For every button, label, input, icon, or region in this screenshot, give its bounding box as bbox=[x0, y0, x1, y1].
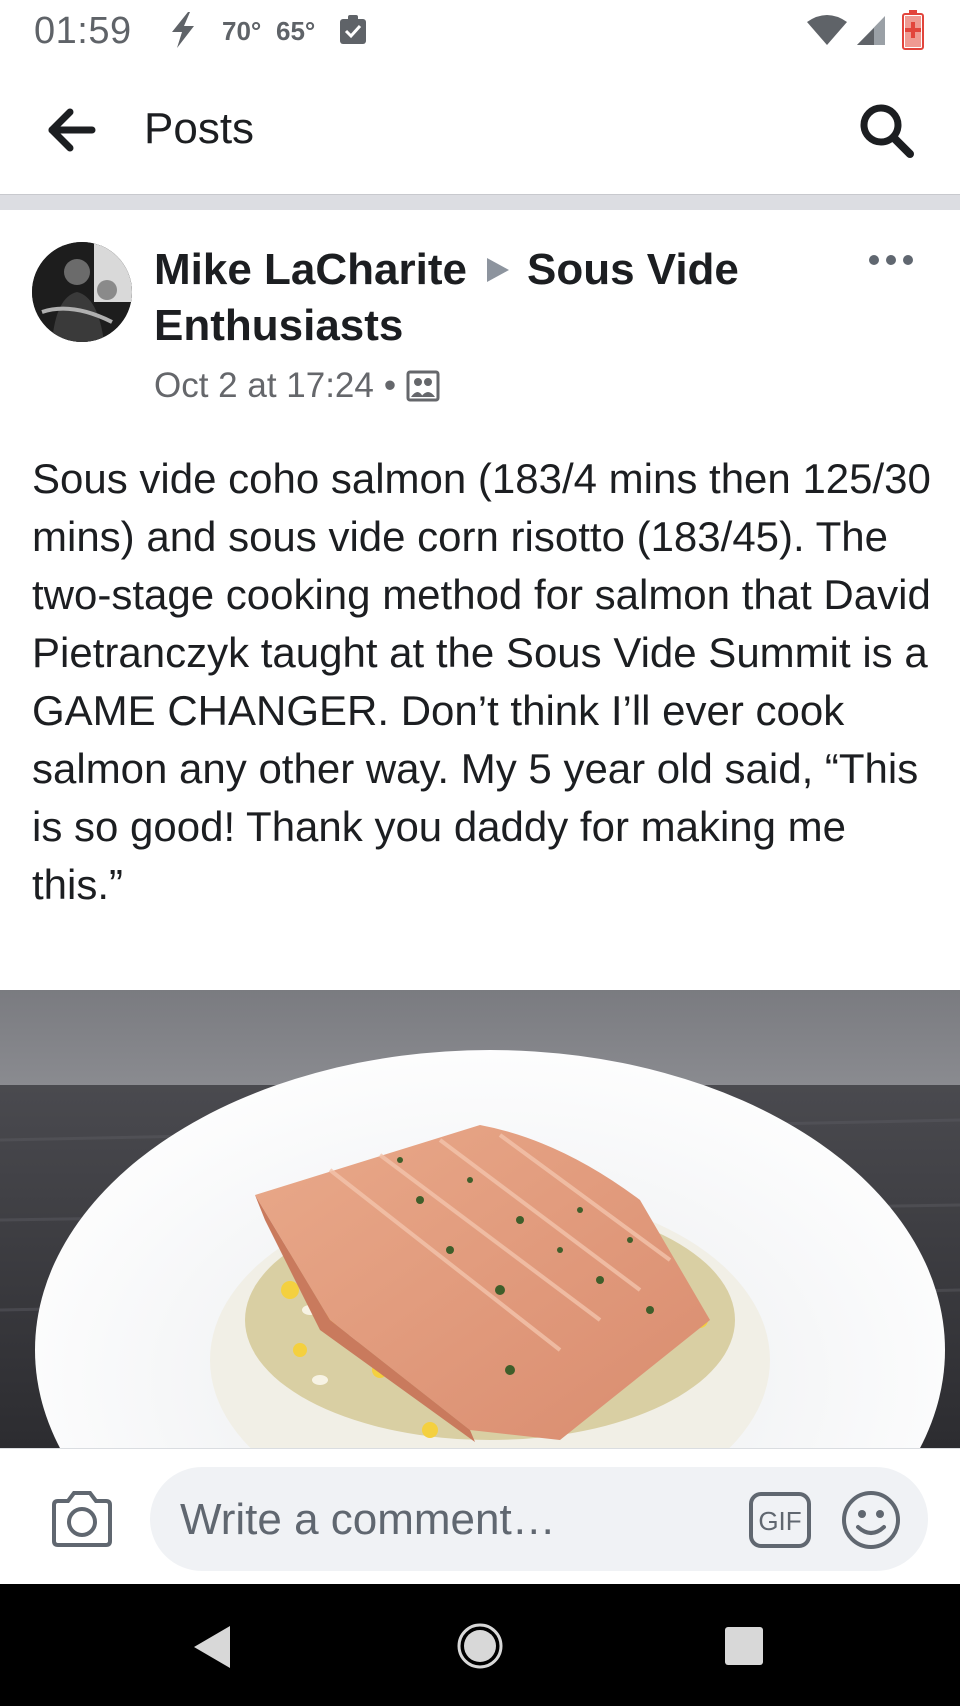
gif-label: GIF bbox=[758, 1506, 801, 1536]
system-nav-bar bbox=[0, 1584, 960, 1706]
comment-bar: Write a comment… GIF bbox=[0, 1448, 960, 1584]
avatar[interactable] bbox=[32, 242, 132, 342]
charging-bolt-icon bbox=[172, 12, 194, 48]
author-name[interactable]: Mike LaCharite bbox=[154, 245, 467, 294]
post-author-line: Mike LaCharite Sous Vide Enthusiasts bbox=[154, 242, 814, 354]
section-divider bbox=[0, 194, 960, 210]
nav-recents-icon[interactable] bbox=[724, 1626, 764, 1666]
temperature-low: 65° bbox=[276, 16, 316, 46]
nav-back-icon[interactable] bbox=[190, 1624, 234, 1670]
clipboard-check-icon bbox=[340, 15, 366, 44]
status-time: 01:59 bbox=[34, 10, 132, 52]
comment-input[interactable]: Write a comment… GIF bbox=[150, 1467, 928, 1571]
cell-signal-icon bbox=[857, 16, 885, 45]
battery-low-icon bbox=[902, 10, 924, 50]
temperature-high: 70° bbox=[222, 16, 262, 46]
status-bar: 01:59 70° 65° bbox=[0, 0, 960, 66]
avatar-photo bbox=[32, 242, 132, 342]
post-timestamp[interactable]: Oct 2 at 17:24 bbox=[154, 366, 374, 406]
meta-separator: • bbox=[383, 366, 397, 405]
post-photo[interactable] bbox=[0, 990, 960, 1448]
gif-button[interactable]: GIF bbox=[748, 1491, 812, 1549]
camera-icon[interactable] bbox=[50, 1489, 114, 1549]
more-dots-icon[interactable] bbox=[866, 248, 916, 272]
comment-placeholder: Write a comment… bbox=[180, 1495, 556, 1544]
page-title: Posts bbox=[144, 104, 255, 153]
nav-home-icon[interactable] bbox=[456, 1622, 504, 1670]
post-body: Sous vide coho salmon (183/4 mins then 1… bbox=[32, 455, 931, 908]
group-icon bbox=[406, 370, 440, 402]
search-icon[interactable] bbox=[854, 98, 918, 162]
post-meta: Oct 2 at 17:24 • bbox=[154, 366, 440, 406]
shared-to-arrow-icon bbox=[486, 258, 509, 283]
smiley-icon[interactable] bbox=[840, 1489, 902, 1551]
salmon-risotto-photo bbox=[0, 990, 960, 1448]
app-bar: Posts bbox=[0, 66, 960, 194]
arrow-left-icon[interactable] bbox=[40, 102, 104, 158]
wifi-icon bbox=[807, 15, 847, 45]
